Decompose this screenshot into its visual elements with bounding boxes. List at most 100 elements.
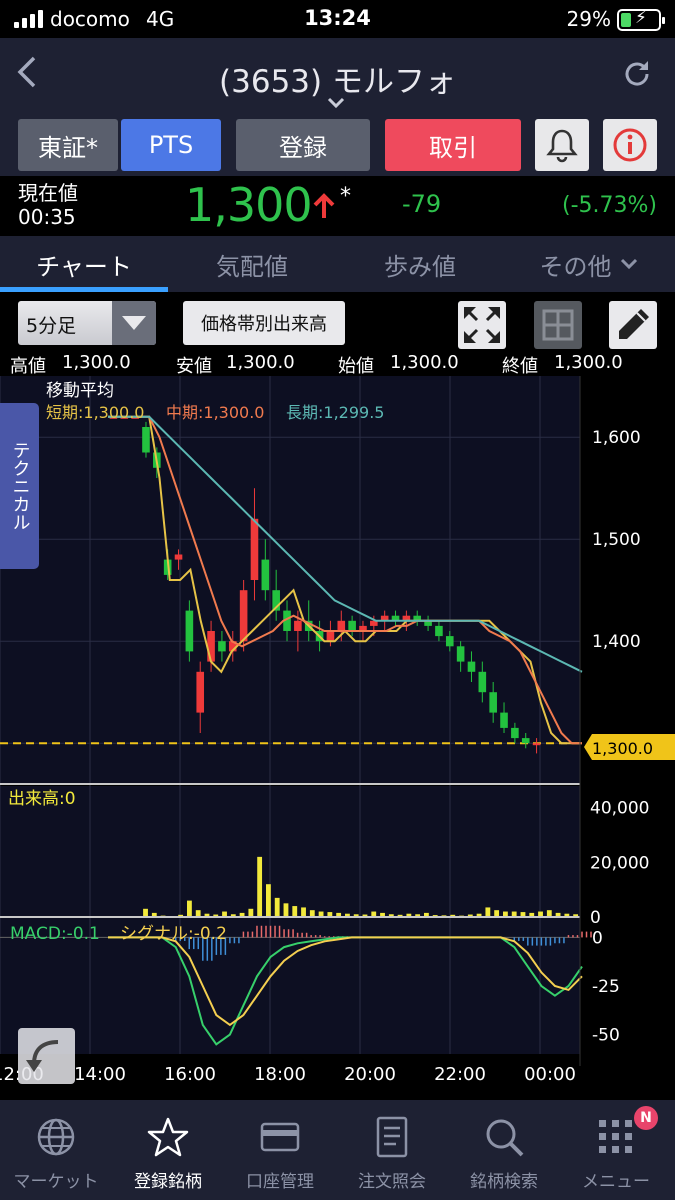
- candle-body: [185, 610, 194, 652]
- volume-bar: [143, 908, 148, 917]
- volume-bar: [187, 900, 192, 917]
- stock-chart[interactable]: 1,6001,5001,4001,30040,00020,00000-25-50…: [0, 376, 675, 1096]
- expand-icon: [464, 307, 500, 343]
- fullscreen-button[interactable]: [458, 301, 506, 349]
- volume-by-price-button[interactable]: 価格帯別出来高: [183, 301, 345, 345]
- tab-other-label: その他: [539, 252, 612, 281]
- technical-tab[interactable]: テクニカル: [0, 403, 39, 569]
- volume-bar: [257, 856, 263, 917]
- price-axis-tick: 1,500: [592, 530, 641, 550]
- time-axis-tick: 20:00: [344, 1064, 396, 1085]
- signal-label: シグナル:-0.2: [120, 924, 227, 944]
- search-icon: [486, 1119, 524, 1157]
- pts-button[interactable]: PTS: [121, 119, 221, 171]
- volume-bar: [292, 906, 298, 917]
- nav-account-label: 口座管理: [246, 1172, 314, 1192]
- volume-bar: [283, 903, 289, 917]
- volume-bar: [301, 907, 306, 917]
- bottom-nav: マーケット 登録銘柄 口座管理 注文照会 銘柄検索 メニュー: [0, 1100, 675, 1200]
- pencil-icon: [619, 309, 649, 339]
- interval-select[interactable]: 5分足: [18, 301, 156, 345]
- page-title[interactable]: (3653) モルフォ: [0, 56, 675, 101]
- candle-body: [239, 590, 248, 642]
- tab-ticks[interactable]: 歩み値: [336, 236, 504, 292]
- close-value: 1,300.0: [554, 352, 623, 373]
- current-price-time: 00:35: [18, 205, 76, 229]
- candle-body: [478, 671, 487, 693]
- card-icon: [260, 1122, 300, 1152]
- tosho-button[interactable]: 東証*: [18, 119, 118, 171]
- info-button[interactable]: [603, 119, 657, 171]
- volume-bar: [546, 910, 552, 917]
- nav-market-label: マーケット: [13, 1172, 99, 1192]
- macd-axis-tick: 0: [592, 928, 603, 948]
- trade-button[interactable]: 取引: [385, 119, 521, 171]
- low-value: 1,300.0: [226, 352, 295, 373]
- candle-body: [326, 631, 335, 642]
- reload-icon[interactable]: [621, 58, 653, 90]
- macd-axis-tick: -50: [592, 1026, 620, 1046]
- volume-axis-tick: 20,000: [590, 853, 649, 873]
- notification-badge: N: [634, 1106, 658, 1130]
- high-value: 1,300.0: [62, 352, 131, 373]
- candle-body: [218, 641, 226, 652]
- time-axis-tick: 00:00: [524, 1064, 576, 1085]
- high-label: 高値: [10, 356, 46, 377]
- current-price-marker: 1,300.0: [584, 734, 675, 760]
- current-price-title: 現在値: [18, 181, 78, 205]
- bell-icon: [546, 129, 578, 163]
- alert-button[interactable]: [535, 119, 589, 171]
- tab-chart[interactable]: チャート: [0, 236, 168, 292]
- battery-level: [621, 13, 632, 27]
- current-price-row: 現在値 00:35 1,300 * -79 (-5.73%): [0, 176, 675, 236]
- chevron-down-icon[interactable]: [326, 96, 346, 110]
- ma-legend-title: 移動平均: [46, 381, 114, 401]
- candle-body: [445, 636, 454, 647]
- chart-toolbar: 5分足 価格帯別出来高: [0, 292, 675, 352]
- interval-value: 5分足: [26, 315, 77, 337]
- nav-watchlist[interactable]: 登録銘柄: [112, 1100, 224, 1200]
- star-icon: [147, 1117, 189, 1157]
- candle-body: [521, 738, 530, 744]
- volume-axis-tick: 40,000: [590, 799, 649, 819]
- nav-search-label: 銘柄検索: [470, 1172, 538, 1192]
- draw-button[interactable]: [609, 301, 657, 349]
- nav-search[interactable]: 銘柄検索: [448, 1100, 560, 1200]
- candle-body: [467, 661, 476, 672]
- candle-body: [435, 625, 443, 637]
- scroll-to-start-button[interactable]: [18, 1028, 75, 1084]
- time-axis-tick: 18:00: [254, 1064, 306, 1085]
- volume-bar: [274, 897, 280, 917]
- layout-button[interactable]: [534, 301, 582, 349]
- return-arrow-icon: [26, 1040, 59, 1072]
- macd-axis-tick: -25: [592, 977, 620, 997]
- nav-orders[interactable]: 注文照会: [336, 1100, 448, 1200]
- candle-body: [348, 620, 356, 631]
- document-icon: [376, 1116, 408, 1158]
- short-ma-label: 短期:1,300.0: [46, 403, 144, 422]
- low-label: 安値: [176, 356, 212, 377]
- open-value: 1,300.0: [390, 352, 459, 373]
- candle-body: [337, 620, 346, 631]
- candle-body: [511, 727, 519, 739]
- candle-body: [250, 518, 259, 580]
- tab-other[interactable]: その他: [504, 236, 675, 292]
- register-button[interactable]: 登録: [236, 119, 370, 171]
- volume-label: 出来高:0: [8, 789, 76, 809]
- time-axis-tick: 22:00: [434, 1064, 486, 1085]
- candle-body: [456, 646, 465, 662]
- volume-panel: [0, 786, 580, 916]
- time-axis-tick: 16:00: [164, 1064, 216, 1085]
- long-ma-label: 長期:1,299.5: [286, 403, 384, 422]
- nav-account[interactable]: 口座管理: [224, 1100, 336, 1200]
- ohlc-row: 高値 1,300.0 安値 1,300.0 始値 1,300.0 終値 1,30…: [0, 352, 675, 377]
- candle-body: [261, 559, 270, 591]
- info-icon: [613, 128, 647, 162]
- tab-bar: チャート 気配値 歩み値 その他: [0, 236, 675, 292]
- time-axis-tick: 14:00: [74, 1064, 126, 1085]
- candle-body: [489, 692, 497, 713]
- nav-market[interactable]: マーケット: [0, 1100, 112, 1200]
- current-price-label: 現在値 00:35: [18, 181, 78, 229]
- tab-quotes[interactable]: 気配値: [168, 236, 336, 292]
- close-label: 終値: [502, 356, 538, 377]
